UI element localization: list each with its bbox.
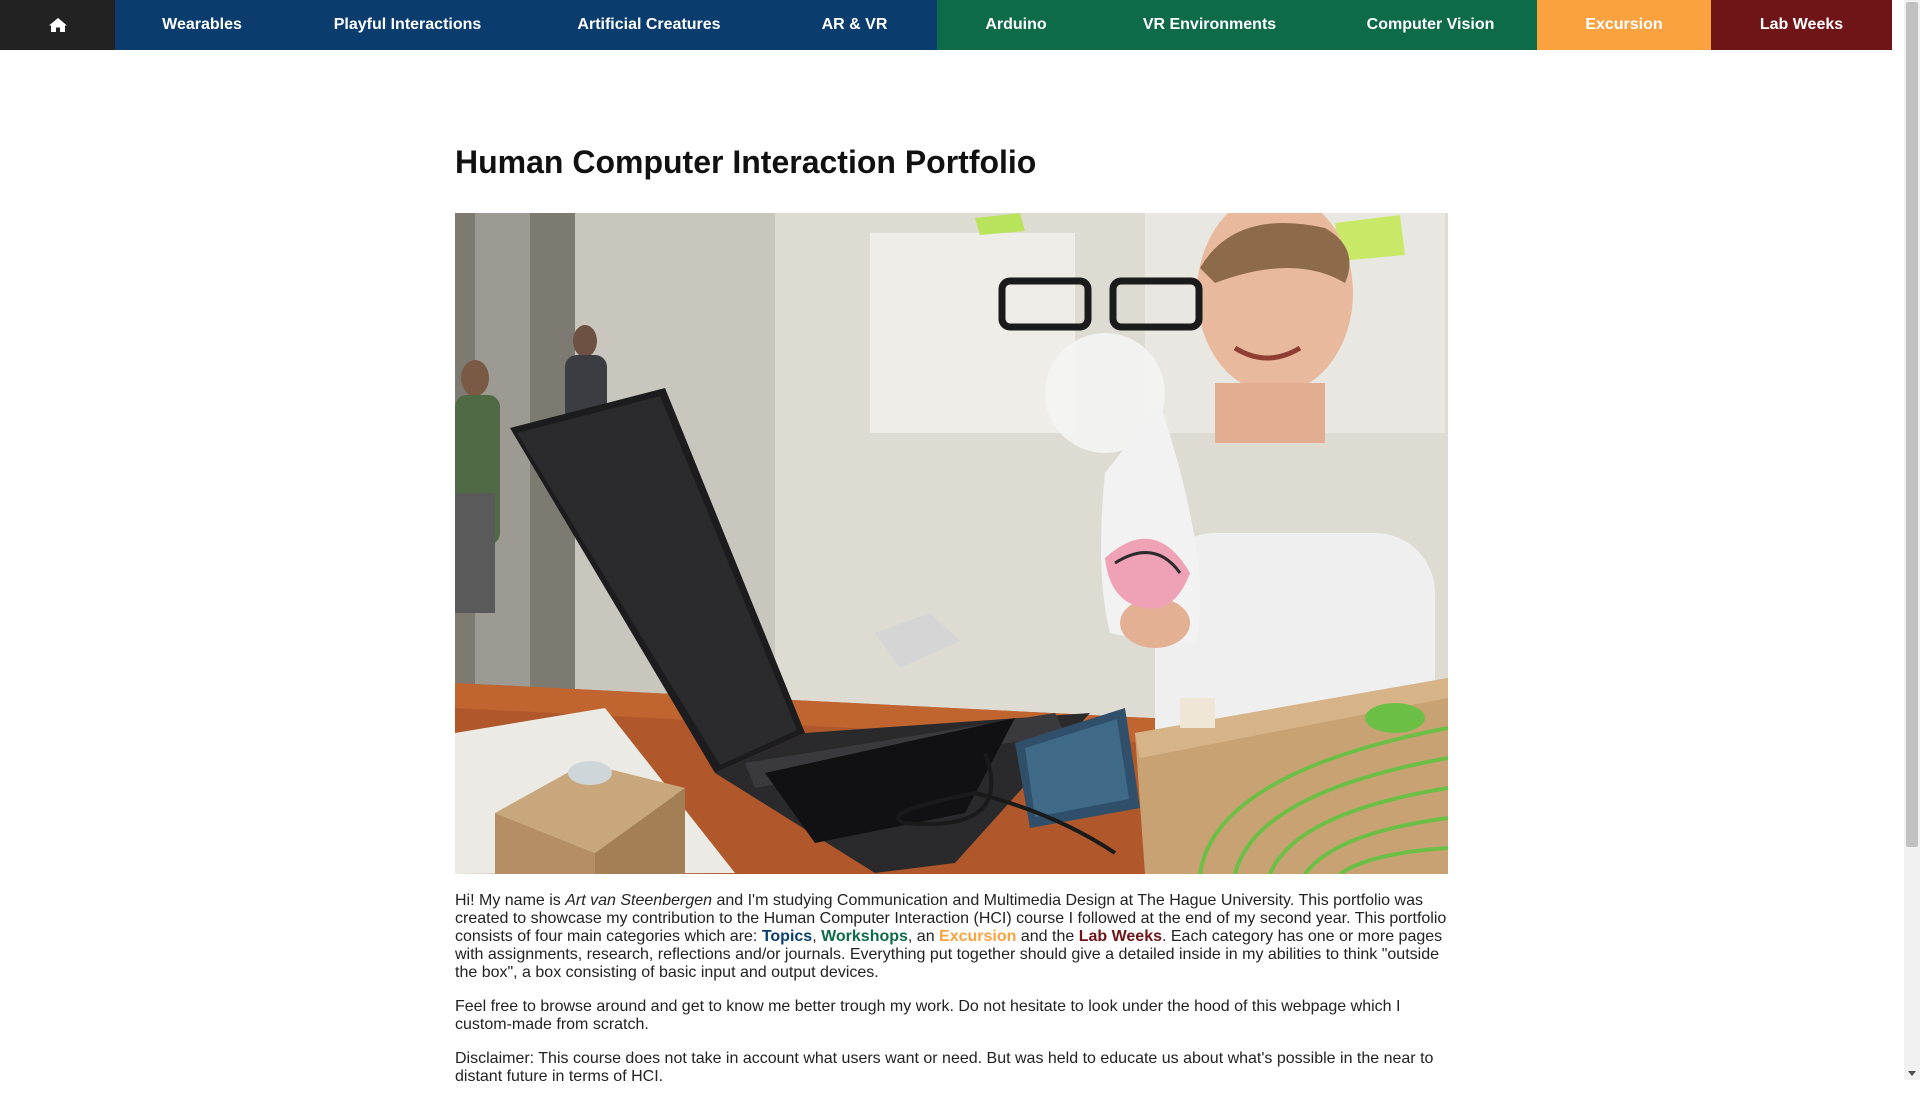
nav-arduino[interactable]: Arduino: [937, 0, 1095, 50]
home-icon: [48, 18, 67, 32]
topics-link[interactable]: Topics: [762, 928, 812, 945]
nav-computer-vision-label: Computer Vision: [1366, 16, 1495, 33]
intro-p1-start: Hi! My name is: [455, 892, 566, 909]
nav-vr-environments[interactable]: VR Environments: [1095, 0, 1324, 50]
intro-sep-2: , an: [907, 928, 940, 945]
disclaimer-paragraph: Disclaimer: This course does not take in…: [455, 1050, 1434, 1085]
nav-artificial-creatures-label: Artificial Creatures: [577, 16, 721, 33]
nav-vr-environments-label: VR Environments: [1142, 16, 1277, 33]
vertical-scrollbar[interactable]: [1904, 0, 1920, 1080]
nav-playful-interactions[interactable]: Playful Interactions: [289, 0, 526, 50]
intro-text: Hi! My name is Art van Steenbergen and I…: [455, 892, 1449, 1086]
lab-weeks-link[interactable]: Lab Weeks: [1079, 928, 1162, 945]
nav-ar-vr-label: AR & VR: [821, 16, 888, 33]
nav-wearables[interactable]: Wearables: [115, 0, 289, 50]
intro-sep-3: and the: [1016, 928, 1079, 945]
page-title: Human Computer Interaction Portfolio: [455, 144, 1037, 180]
nav-wearables-label: Wearables: [162, 16, 242, 33]
excursion-link[interactable]: Excursion: [939, 928, 1016, 945]
hero-photo: [455, 213, 1448, 874]
nav-artificial-creatures[interactable]: Artificial Creatures: [526, 0, 772, 50]
nav-lab-weeks-label: Lab Weeks: [1759, 16, 1844, 33]
nav-ar-vr[interactable]: AR & VR: [772, 0, 937, 50]
home-button[interactable]: [0, 0, 115, 50]
nav-arduino-label: Arduino: [985, 16, 1047, 33]
nav-lab-weeks[interactable]: Lab Weeks: [1711, 0, 1892, 50]
intro-paragraph-2: Feel free to browse around and get to kn…: [455, 998, 1401, 1033]
intro-sep-1: ,: [812, 928, 822, 945]
nav-computer-vision[interactable]: Computer Vision: [1324, 0, 1537, 50]
workshops-link[interactable]: Workshops: [821, 928, 908, 945]
intro-paragraph-1: Hi! My name is Art van Steenbergen and I…: [455, 892, 1449, 982]
scroll-down-arrow-icon[interactable]: [1908, 1071, 1916, 1076]
nav-playful-interactions-label: Playful Interactions: [333, 16, 482, 33]
main-content: Human Computer Interaction Portfolio Hi!…: [455, 140, 1449, 1102]
hero-photo-illustration: [455, 213, 1448, 874]
main-navigation: Wearables Playful Interactions Artificia…: [0, 0, 1904, 50]
scrollbar-thumb[interactable]: [1906, 2, 1918, 847]
author-name: Art van Steenbergen: [565, 892, 713, 909]
nav-excursion-label: Excursion: [1585, 16, 1663, 33]
nav-excursion[interactable]: Excursion: [1537, 0, 1711, 50]
